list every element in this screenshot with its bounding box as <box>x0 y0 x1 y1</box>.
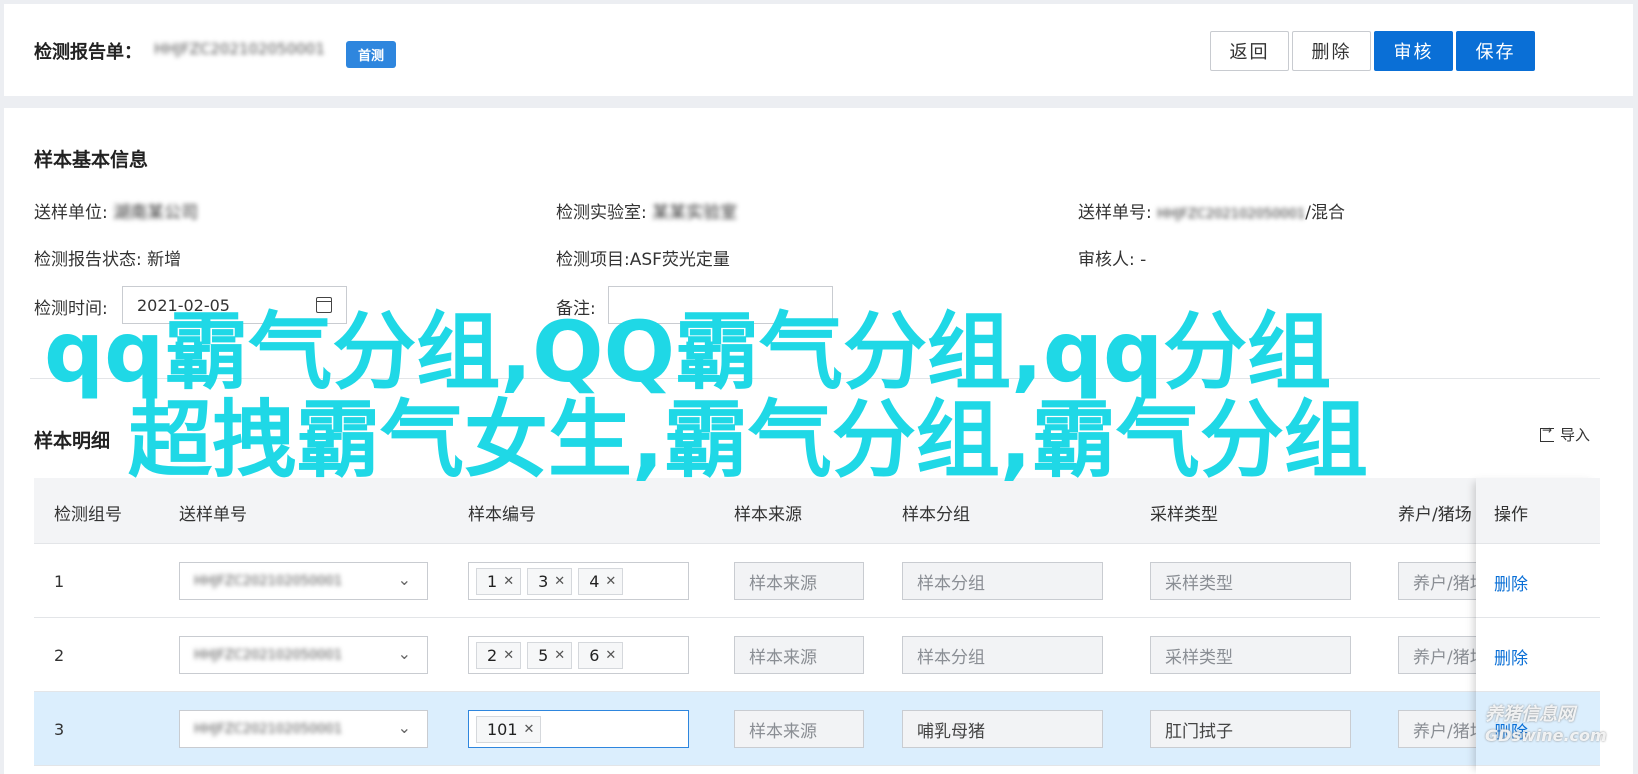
chevron-down-icon: ⌄ <box>397 644 411 663</box>
chevron-down-icon: ⌄ <box>397 718 411 737</box>
table-row: 3 HHJFZC202102050001 ⌄ 101 ✕ 样本来源 哺乳母猪 肛门… <box>34 692 1600 766</box>
tag-label: 3 <box>538 571 549 591</box>
overlay-text-line1: qq霸气分组,QQ霸气分组,qq分组 <box>44 303 1332 401</box>
status-label: 检测报告状态: <box>34 250 142 270</box>
lab-label: 检测实验室: <box>556 203 647 223</box>
sample-detail-table: 检测组号 送样单号 样本编号 样本来源 样本分组 采样类型 养户/猪场 1 HH… <box>34 478 1600 774</box>
audit-button[interactable]: 审核 <box>1374 31 1453 71</box>
order-select[interactable]: HHJFZC202102050001 ⌄ <box>179 636 428 674</box>
group-field: 哺乳母猪 <box>902 710 1103 748</box>
overlay-text-line2: 超拽霸气女生,霸气分组,霸气分组 <box>128 391 1368 489</box>
sample-tag: 101 ✕ <box>476 715 542 743</box>
order-select-value: HHJFZC202102050001 <box>194 721 343 737</box>
order-no-label: 送样单号: <box>1078 203 1152 223</box>
type-field: 采样类型 <box>1150 562 1351 600</box>
op-cell: 删除 <box>1476 618 1600 692</box>
delete-button[interactable]: 删除 <box>1292 31 1371 71</box>
report-header: 检测报告单： HHJFZC202102050001 首测 返回 删除 审核 保存 <box>4 4 1633 96</box>
import-button[interactable]: 导入 <box>1540 423 1591 445</box>
close-icon[interactable]: ✕ <box>503 648 514 663</box>
op-header: 操作 <box>1476 478 1600 544</box>
type-field: 采样类型 <box>1150 636 1351 674</box>
sender-unit-value: 湖南某公司 <box>113 203 199 223</box>
status-badge: 首测 <box>346 41 396 68</box>
status-value: 新增 <box>147 250 182 270</box>
op-cell: 删除 <box>1476 544 1600 618</box>
sample-tag: 2 ✕ <box>476 641 522 669</box>
chevron-down-icon: ⌄ <box>397 570 411 589</box>
order-select[interactable]: HHJFZC202102050001 ⌄ <box>179 710 428 748</box>
group-number: 2 <box>54 646 65 665</box>
table-row: 1 HHJFZC202102050001 ⌄ 1 ✕ 3 ✕ 4 ✕ 样本来源 样本分… <box>34 544 1600 618</box>
tag-label: 6 <box>589 645 600 665</box>
page-title: 检测报告单： <box>34 42 142 63</box>
lab-field: 检测实验室: 某某实验室 <box>556 198 737 223</box>
tag-label: 5 <box>538 645 549 665</box>
auditor-label: 审核人: <box>1078 250 1135 270</box>
source-field: 样本来源 <box>734 710 864 748</box>
col-order-no: 送样单号 <box>179 505 247 525</box>
order-select-value: HHJFZC202102050001 <box>194 573 343 589</box>
status-field: 检测报告状态: 新增 <box>34 245 181 270</box>
sample-tag: 5 ✕ <box>527 641 573 669</box>
sender-unit-field: 送样单位: 湖南某公司 <box>34 198 198 223</box>
tag-label: 2 <box>487 645 498 665</box>
auditor-value: - <box>1140 250 1147 270</box>
close-icon[interactable]: ✕ <box>524 722 535 737</box>
col-farm: 养户/猪场 <box>1398 505 1472 525</box>
tag-label: 1 <box>487 571 498 591</box>
item-label: 检测项目: <box>556 250 630 270</box>
sample-tag: 3 ✕ <box>527 567 573 595</box>
sample-tag-input[interactable]: 1 ✕ 3 ✕ 4 ✕ <box>468 562 689 600</box>
group-field: 样本分组 <box>902 636 1103 674</box>
row-delete-link[interactable]: 删除 <box>1494 644 1528 669</box>
col-group-no: 检测组号 <box>54 505 122 525</box>
import-label: 导入 <box>1560 426 1591 444</box>
close-icon[interactable]: ✕ <box>605 648 616 663</box>
table-row: 2 HHJFZC202102050001 ⌄ 2 ✕ 5 ✕ 6 ✕ 样本来源 样本分… <box>34 618 1600 692</box>
close-icon[interactable]: ✕ <box>554 648 565 663</box>
type-field: 肛门拭子 <box>1150 710 1351 748</box>
save-button[interactable]: 保存 <box>1456 31 1535 71</box>
lab-value: 某某实验室 <box>652 203 738 223</box>
close-icon[interactable]: ✕ <box>554 574 565 589</box>
row-delete-link[interactable]: 删除 <box>1494 570 1528 595</box>
col-sample-no: 样本编号 <box>468 505 536 525</box>
sample-tag: 6 ✕ <box>578 641 624 669</box>
group-number: 1 <box>54 572 65 591</box>
order-no-suffix: /混合 <box>1305 203 1345 223</box>
watermark-line2: GDswine.com <box>1485 726 1607 745</box>
basic-info-title: 样本基本信息 <box>34 149 149 171</box>
item-field: 检测项目:ASF荧光定量 <box>556 245 730 270</box>
col-type: 采样类型 <box>1150 505 1218 525</box>
sample-tag-input[interactable]: 101 ✕ <box>468 710 689 748</box>
watermark: 养猪信息网 GDswine.com <box>1485 700 1607 745</box>
import-icon <box>1540 423 1554 442</box>
sample-tag-input[interactable]: 2 ✕ 5 ✕ 6 ✕ <box>468 636 689 674</box>
tag-label: 4 <box>589 571 600 591</box>
order-no-field: 送样单号: HHJFZC202102050001/混合 <box>1078 198 1345 223</box>
sample-tag: 1 ✕ <box>476 567 522 595</box>
col-action: 操作 <box>1494 505 1528 525</box>
close-icon[interactable]: ✕ <box>503 574 514 589</box>
col-source: 样本来源 <box>734 505 802 525</box>
report-id: HHJFZC202102050001 <box>154 40 325 58</box>
col-group: 样本分组 <box>902 505 970 525</box>
back-button[interactable]: 返回 <box>1210 31 1289 71</box>
order-no-value: HHJFZC202102050001 <box>1157 207 1306 222</box>
group-field: 样本分组 <box>902 562 1103 600</box>
order-select[interactable]: HHJFZC202102050001 ⌄ <box>179 562 428 600</box>
sender-unit-label: 送样单位: <box>34 203 108 223</box>
auditor-field: 审核人: - <box>1078 245 1146 270</box>
sample-tag: 4 ✕ <box>578 567 624 595</box>
details-title: 样本明细 <box>34 430 111 452</box>
source-field: 样本来源 <box>734 636 864 674</box>
order-select-value: HHJFZC202102050001 <box>194 647 343 663</box>
watermark-line1: 养猪信息网 <box>1485 704 1575 725</box>
tag-label: 101 <box>487 719 518 739</box>
close-icon[interactable]: ✕ <box>605 574 616 589</box>
group-number: 3 <box>54 720 65 739</box>
item-value: ASF荧光定量 <box>629 250 730 270</box>
source-field: 样本来源 <box>734 562 864 600</box>
